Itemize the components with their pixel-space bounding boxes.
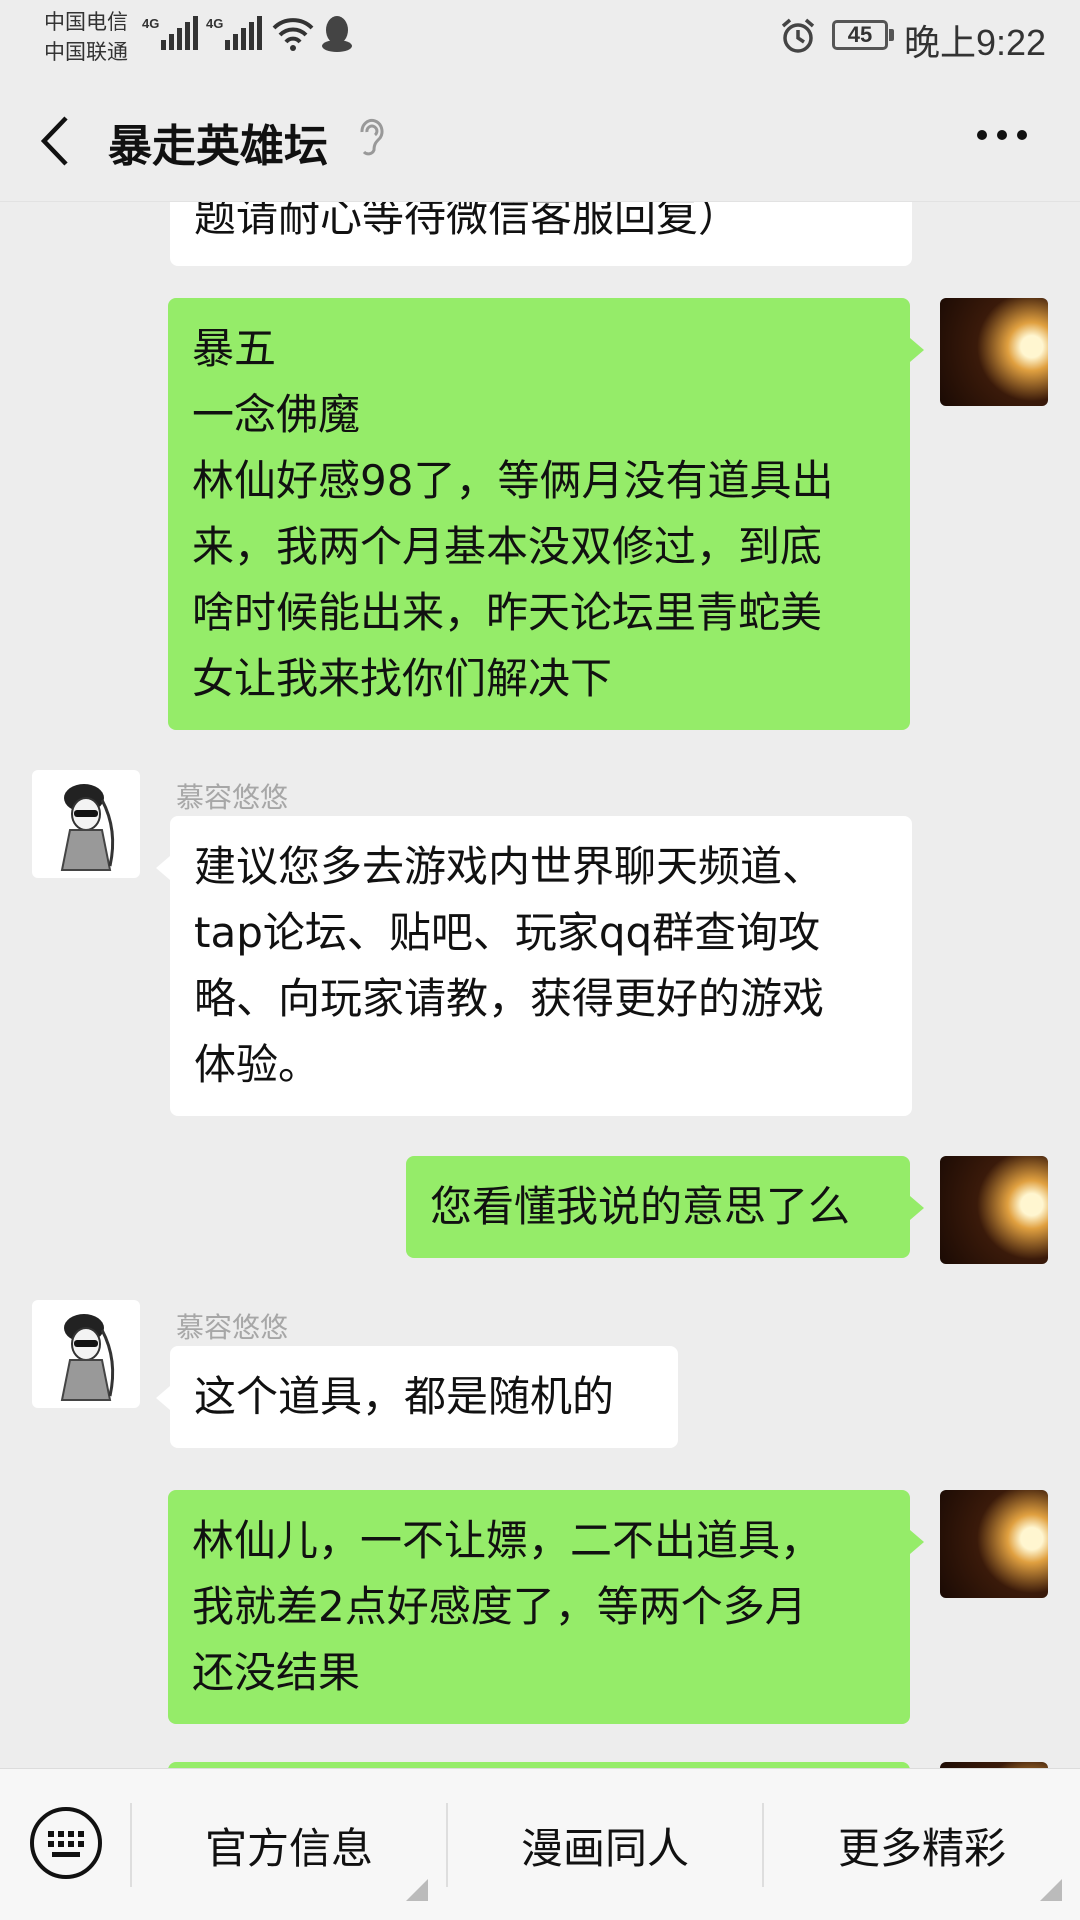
message-text: 这个道具，都是随机的 (194, 1372, 615, 1421)
character-avatar-icon (60, 784, 115, 871)
submenu-indicator-icon (406, 1879, 428, 1901)
ear-icon (360, 118, 384, 156)
my-avatar[interactable] (940, 1156, 1048, 1264)
battery-indicator: 45 (832, 20, 894, 50)
customer-service-avatar[interactable] (32, 770, 140, 878)
message-text: 体验。 (194, 1040, 321, 1089)
carrier-1: 中国电信 (44, 11, 128, 34)
message-text: tap论坛、贴吧、玩家qq群查询攻 (194, 908, 821, 957)
message-bubble-incoming[interactable]: 这个道具，都是随机的 (156, 1346, 678, 1448)
my-avatar[interactable] (940, 298, 1048, 406)
message-bubble-outgoing[interactable]: 暴五 一念佛魔 林仙好感98了，等俩月没有道具出 来，我两个月基本没双修过，到底… (168, 298, 924, 730)
message-list[interactable]: 题请耐心等待微信客服回复） 暴五 一念佛魔 林仙好感98了，等俩月没有道具出 来… (0, 202, 1080, 1768)
more-icon[interactable] (976, 128, 1028, 142)
message-text: 来，我两个月基本没双修过，到底 (192, 522, 823, 571)
message-text: 您看懂我说的意思了么 (430, 1182, 851, 1231)
message-bubble-outgoing[interactable]: 您看懂我说的意思了么 (406, 1156, 924, 1258)
bottom-menu: 官方信息 漫画同人 更多精彩 (0, 1768, 1080, 1920)
menu-official-info[interactable]: 官方信息 (132, 1769, 446, 1920)
message-bubble-outgoing[interactable]: 林仙儿，一不让嫖，二不出道具， 我就差2点好感度了，等两个多月 还没结果 (168, 1490, 924, 1724)
message-text: 我就差2点好感度了，等两个多月 (192, 1582, 807, 1631)
menu-more-highlights[interactable]: 更多精彩 (764, 1769, 1080, 1920)
submenu-indicator-icon (1040, 1879, 1062, 1901)
message-text: 还没结果 (192, 1648, 361, 1697)
message-text: 女让我来找你们解决下 (192, 654, 613, 703)
message-bubble-incoming[interactable]: 建议您多去游戏内世界聊天频道、 tap论坛、贴吧、玩家qq群查询攻 略、向玩家请… (156, 816, 912, 1116)
wifi-icon (272, 18, 314, 51)
my-avatar[interactable] (940, 1490, 1048, 1598)
network-type-1: 4G (142, 16, 160, 31)
alarm-icon (781, 18, 815, 53)
keyboard-icon[interactable] (28, 1805, 104, 1881)
qq-icon (322, 16, 352, 52)
carrier-2: 中国联通 (44, 41, 128, 64)
character-avatar-icon (60, 1314, 115, 1401)
sender-name: 慕容悠悠 (176, 782, 289, 813)
customer-service-avatar[interactable] (32, 1300, 140, 1408)
sender-name: 慕容悠悠 (176, 1312, 289, 1343)
carrier-labels: 中国电信 中国联通 (44, 8, 128, 68)
message-text: 啥时候能出来，昨天论坛里青蛇美 (192, 588, 823, 637)
message-text: 略、向玩家请教，获得更好的游戏 (194, 974, 825, 1023)
network-type-2: 4G (206, 16, 224, 31)
chat-title: 暴走英雄坛 (108, 121, 328, 172)
message-text: 题请耐心等待微信客服回复） (194, 202, 741, 241)
message-text: 一念佛魔 (192, 390, 361, 439)
signal-icon: 4G (206, 16, 265, 50)
message-text: 林仙好感98了，等俩月没有道具出 (192, 456, 834, 505)
signal-icon: 4G (142, 16, 201, 50)
message-bubble-incoming[interactable]: 题请耐心等待微信客服回复） (170, 202, 912, 266)
status-bar: 中国电信 中国联通 4G 4G 45 晚上9:22 (0, 0, 1080, 80)
message-text: 建议您多去游戏内世界聊天频道、 (194, 842, 825, 891)
message-text: 林仙儿，一不让嫖，二不出道具， (192, 1516, 823, 1565)
menu-comics-fanart[interactable]: 漫画同人 (448, 1769, 762, 1920)
message-text: 暴五 (192, 324, 277, 373)
back-arrow-icon[interactable] (36, 114, 72, 168)
status-time: 晚上9:22 (904, 22, 1047, 63)
chat-header: 暴走英雄坛 (0, 80, 1080, 202)
